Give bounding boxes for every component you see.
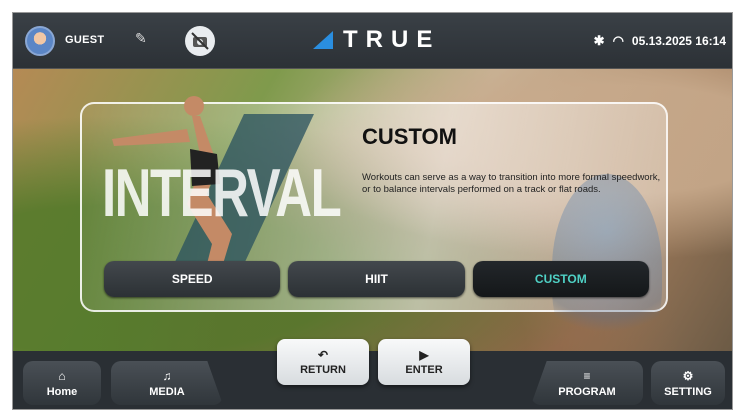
status-bar: GUEST ✎ TRUE ✱ ◠ 05.13.2025 16:14 (13, 13, 732, 69)
media-button[interactable]: ♫ MEDIA (111, 361, 223, 405)
brand-text: TRUE (343, 26, 441, 53)
bottom-nav-bar: ⌂ Home ♫ MEDIA ≡ PROGRAM ⚙ SETTING (13, 351, 732, 409)
return-arrow-icon: ↶ (317, 348, 329, 362)
pencil-icon[interactable]: ✎ (135, 30, 147, 47)
brand-mark-icon (313, 31, 333, 49)
card-title: CUSTOM (362, 124, 457, 149)
music-note-icon: ♫ (162, 368, 172, 383)
setting-label: SETTING (664, 385, 712, 398)
no-image-icon[interactable] (185, 26, 215, 56)
home-button[interactable]: ⌂ Home (23, 361, 101, 405)
return-label: RETURN (300, 364, 346, 376)
interval-watermark: INTERVAL (102, 155, 342, 231)
card-description: Workouts can serve as a way to transitio… (362, 172, 661, 195)
workout-card: INTERVAL CUSTOM Workouts can serve as a … (80, 96, 668, 364)
return-button[interactable]: ↶ RETURN (277, 339, 369, 385)
list-icon: ≡ (583, 368, 591, 383)
play-icon: ▶ (419, 348, 429, 362)
program-button[interactable]: ≡ PROGRAM (531, 361, 643, 405)
bluetooth-off-icon: ✱ (593, 33, 605, 48)
home-label: Home (46, 385, 78, 398)
home-icon: ⌂ (58, 368, 66, 383)
option-custom-button[interactable]: CUSTOM (472, 261, 649, 297)
enter-label: ENTER (405, 364, 443, 376)
app-frame: GUEST ✎ TRUE ✱ ◠ 05.13.2025 16:14 INTERV… (12, 12, 733, 410)
gear-icon: ⚙ (682, 368, 694, 383)
brand-logo: TRUE (313, 25, 440, 55)
enter-button[interactable]: ▶ ENTER (378, 339, 470, 385)
datetime: 05.13.2025 16:14 (631, 34, 726, 48)
media-label: MEDIA (149, 385, 185, 398)
setting-button[interactable]: ⚙ SETTING (651, 361, 725, 405)
workout-options: SPEED HIIT CUSTOM (104, 261, 649, 297)
program-label: PROGRAM (558, 385, 616, 398)
user-name: GUEST (65, 34, 105, 46)
wifi-icon: ◠ (612, 33, 624, 48)
option-hiit-button[interactable]: HIIT (288, 261, 465, 297)
user-avatar[interactable] (25, 26, 55, 56)
option-speed-button[interactable]: SPEED (104, 261, 281, 297)
status-indicators: ✱ ◠ 05.13.2025 16:14 (594, 33, 726, 49)
